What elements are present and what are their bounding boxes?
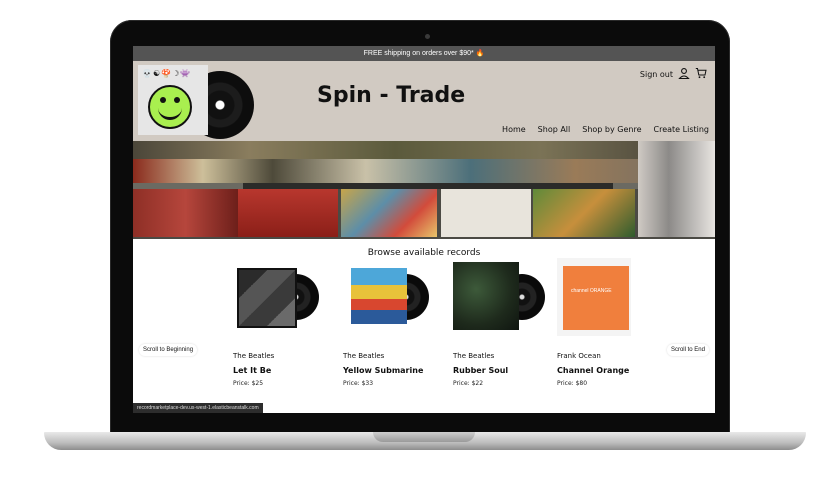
hero-mid-shelf	[133, 159, 715, 183]
record-price: Price: $33	[343, 380, 374, 387]
site-header: 💀☯🍄☽👾 Spin - Trade Sign out Home Shop Al…	[133, 61, 715, 141]
record-artist: The Beatles	[343, 352, 385, 360]
hero-album-petsounds	[533, 189, 635, 237]
browser-viewport: FREE shipping on orders over $90* 🔥 💀☯🍄☽…	[133, 46, 715, 413]
scroll-to-beginning-button[interactable]: Scroll to Beginning	[139, 344, 198, 356]
album-cover	[237, 268, 297, 328]
scroll-to-end-button[interactable]: Scroll to End	[666, 344, 709, 356]
nav-home[interactable]: Home	[502, 125, 526, 134]
record-artist: The Beatles	[233, 352, 275, 360]
record-artist: Frank Ocean	[557, 352, 601, 360]
hero-album-white	[441, 189, 531, 237]
sign-out-link[interactable]: Sign out	[640, 70, 673, 79]
site-title: Spin - Trade	[317, 83, 466, 108]
webcam	[425, 34, 430, 39]
hero-album-pepper	[341, 189, 437, 237]
record-title: Let It Be	[233, 366, 272, 375]
record-price: Price: $25	[233, 380, 264, 387]
album-cover	[453, 262, 519, 330]
record-art	[453, 262, 553, 340]
nav-shop-all[interactable]: Shop All	[538, 125, 571, 134]
site-logo[interactable]: 💀☯🍄☽👾	[138, 65, 254, 139]
nav-shop-by-genre[interactable]: Shop by Genre	[582, 125, 641, 134]
hero-album-left	[133, 189, 238, 237]
record-card[interactable]: The Beatles Rubber Soul Price: $22	[453, 262, 553, 387]
hero-album-right	[638, 141, 715, 237]
utility-nav: Sign out	[640, 67, 707, 81]
melting-smiley-icon	[148, 85, 192, 129]
nav-create-listing[interactable]: Create Listing	[654, 125, 709, 134]
hero-image	[133, 141, 715, 239]
record-card[interactable]: The Beatles Yellow Submarine Price: $33	[343, 268, 443, 387]
album-cover: channel ORANGE	[563, 266, 629, 330]
record-art: channel ORANGE	[557, 258, 657, 340]
hero-top-shelf	[133, 141, 715, 159]
album-cover-text: channel ORANGE	[571, 288, 612, 294]
album-cover	[351, 268, 407, 324]
record-price: Price: $22	[453, 380, 484, 387]
record-art	[343, 268, 443, 340]
main-nav: Home Shop All Shop by Genre Create Listi…	[502, 125, 709, 134]
status-bar-url: recordmarketplace-dev.us-west-1.elasticb…	[133, 403, 263, 413]
record-art	[233, 268, 333, 340]
promo-banner: FREE shipping on orders over $90* 🔥	[133, 46, 715, 61]
laptop-notch	[373, 432, 475, 442]
cart-icon[interactable]	[695, 67, 707, 81]
logo-text: 💀☯🍄☽👾	[142, 69, 192, 78]
record-title: Rubber Soul	[453, 366, 509, 375]
hero-album-christmas	[238, 189, 338, 237]
record-title: Channel Orange	[557, 366, 630, 375]
user-icon[interactable]	[678, 67, 690, 81]
record-card[interactable]: The Beatles Let It Be Price: $25	[233, 268, 333, 387]
record-title: Yellow Submarine	[343, 366, 424, 375]
records-carousel: Scroll to Beginning Scroll to End The Be…	[133, 258, 715, 408]
record-price: Price: $80	[557, 380, 588, 387]
record-card[interactable]: channel ORANGE Frank Ocean Channel Orang…	[557, 258, 657, 387]
browse-heading: Browse available records	[367, 248, 481, 258]
record-artist: The Beatles	[453, 352, 495, 360]
